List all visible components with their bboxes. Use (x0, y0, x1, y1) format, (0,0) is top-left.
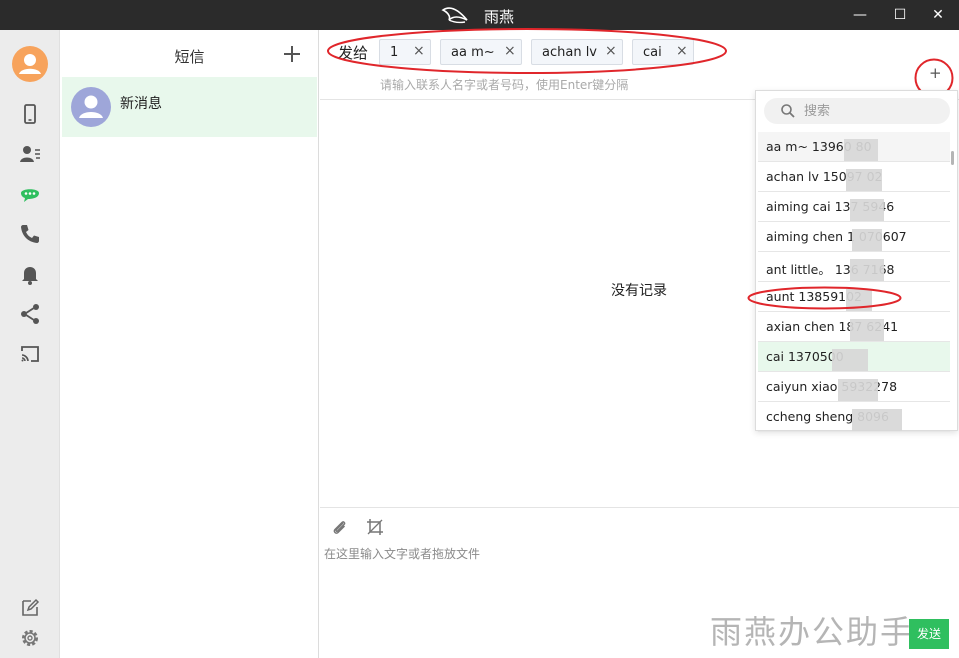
edit-icon[interactable] (18, 596, 42, 620)
blur-patch (850, 319, 884, 341)
swallow-logo-icon (441, 7, 468, 24)
messages-icon[interactable] (18, 182, 42, 206)
user-avatar[interactable] (12, 46, 48, 82)
settings-gear-icon[interactable] (18, 626, 42, 650)
blur-patch (852, 229, 882, 251)
close-button[interactable]: ✕ (918, 0, 958, 30)
conversation-name: 新消息 (120, 96, 162, 112)
new-message-plus-icon[interactable] (280, 42, 304, 66)
blur-patch (852, 409, 902, 431)
person-icon (79, 95, 103, 118)
send-button[interactable]: 发送 (909, 619, 949, 649)
blur-patch (846, 169, 882, 191)
title-bar: 雨燕 — ☐ ✕ (0, 0, 959, 30)
maximize-button[interactable]: ☐ (880, 0, 920, 30)
cast-icon[interactable] (18, 342, 42, 366)
contact-picker-dropdown: aa m~ 13960 80achan lv 15097 02aiming ca… (755, 90, 958, 432)
left-nav-rail (0, 30, 60, 658)
avatar-icon (19, 54, 41, 74)
paperclip-attach-icon[interactable] (330, 518, 350, 538)
call-icon[interactable] (18, 222, 42, 246)
blur-patch (844, 139, 878, 161)
empty-conversation-text: 没有记录 (611, 283, 667, 299)
blur-patch (838, 379, 878, 401)
contacts-icon[interactable] (18, 142, 42, 166)
contact-list-scrollbar[interactable] (951, 151, 954, 165)
conversation-item[interactable]: 新消息 (62, 77, 317, 137)
contact-search-box[interactable] (764, 98, 950, 124)
recipient-input-hint[interactable]: 请输入联系人名字或者号码，使用Enter键分隔 (380, 76, 628, 93)
screenshot-crop-icon[interactable] (365, 517, 385, 537)
notification-bell-icon[interactable] (18, 262, 42, 286)
add-contact-plus-icon: + (929, 64, 942, 82)
contact-avatar (71, 87, 111, 127)
conversation-list-panel: 短信 新消息 (60, 30, 319, 658)
share-icon[interactable] (18, 302, 42, 326)
contact-search-input[interactable] (804, 101, 944, 121)
composer-area: 雨燕办公助手 发送 (320, 507, 959, 658)
blur-patch (850, 199, 884, 221)
window-title: 雨燕 (484, 8, 515, 26)
red-annotation-oval (747, 286, 902, 310)
blur-patch (832, 349, 868, 371)
contact-list-item-label: aiming chen 1 070607 (766, 229, 907, 244)
red-annotation-oval (327, 28, 727, 74)
search-icon (781, 104, 795, 118)
watermark-text: 雨燕办公助手 (710, 613, 915, 651)
blur-patch (850, 259, 884, 281)
phone-device-icon[interactable] (18, 102, 42, 126)
message-input[interactable] (324, 542, 904, 566)
minimize-button[interactable]: — (840, 0, 880, 30)
